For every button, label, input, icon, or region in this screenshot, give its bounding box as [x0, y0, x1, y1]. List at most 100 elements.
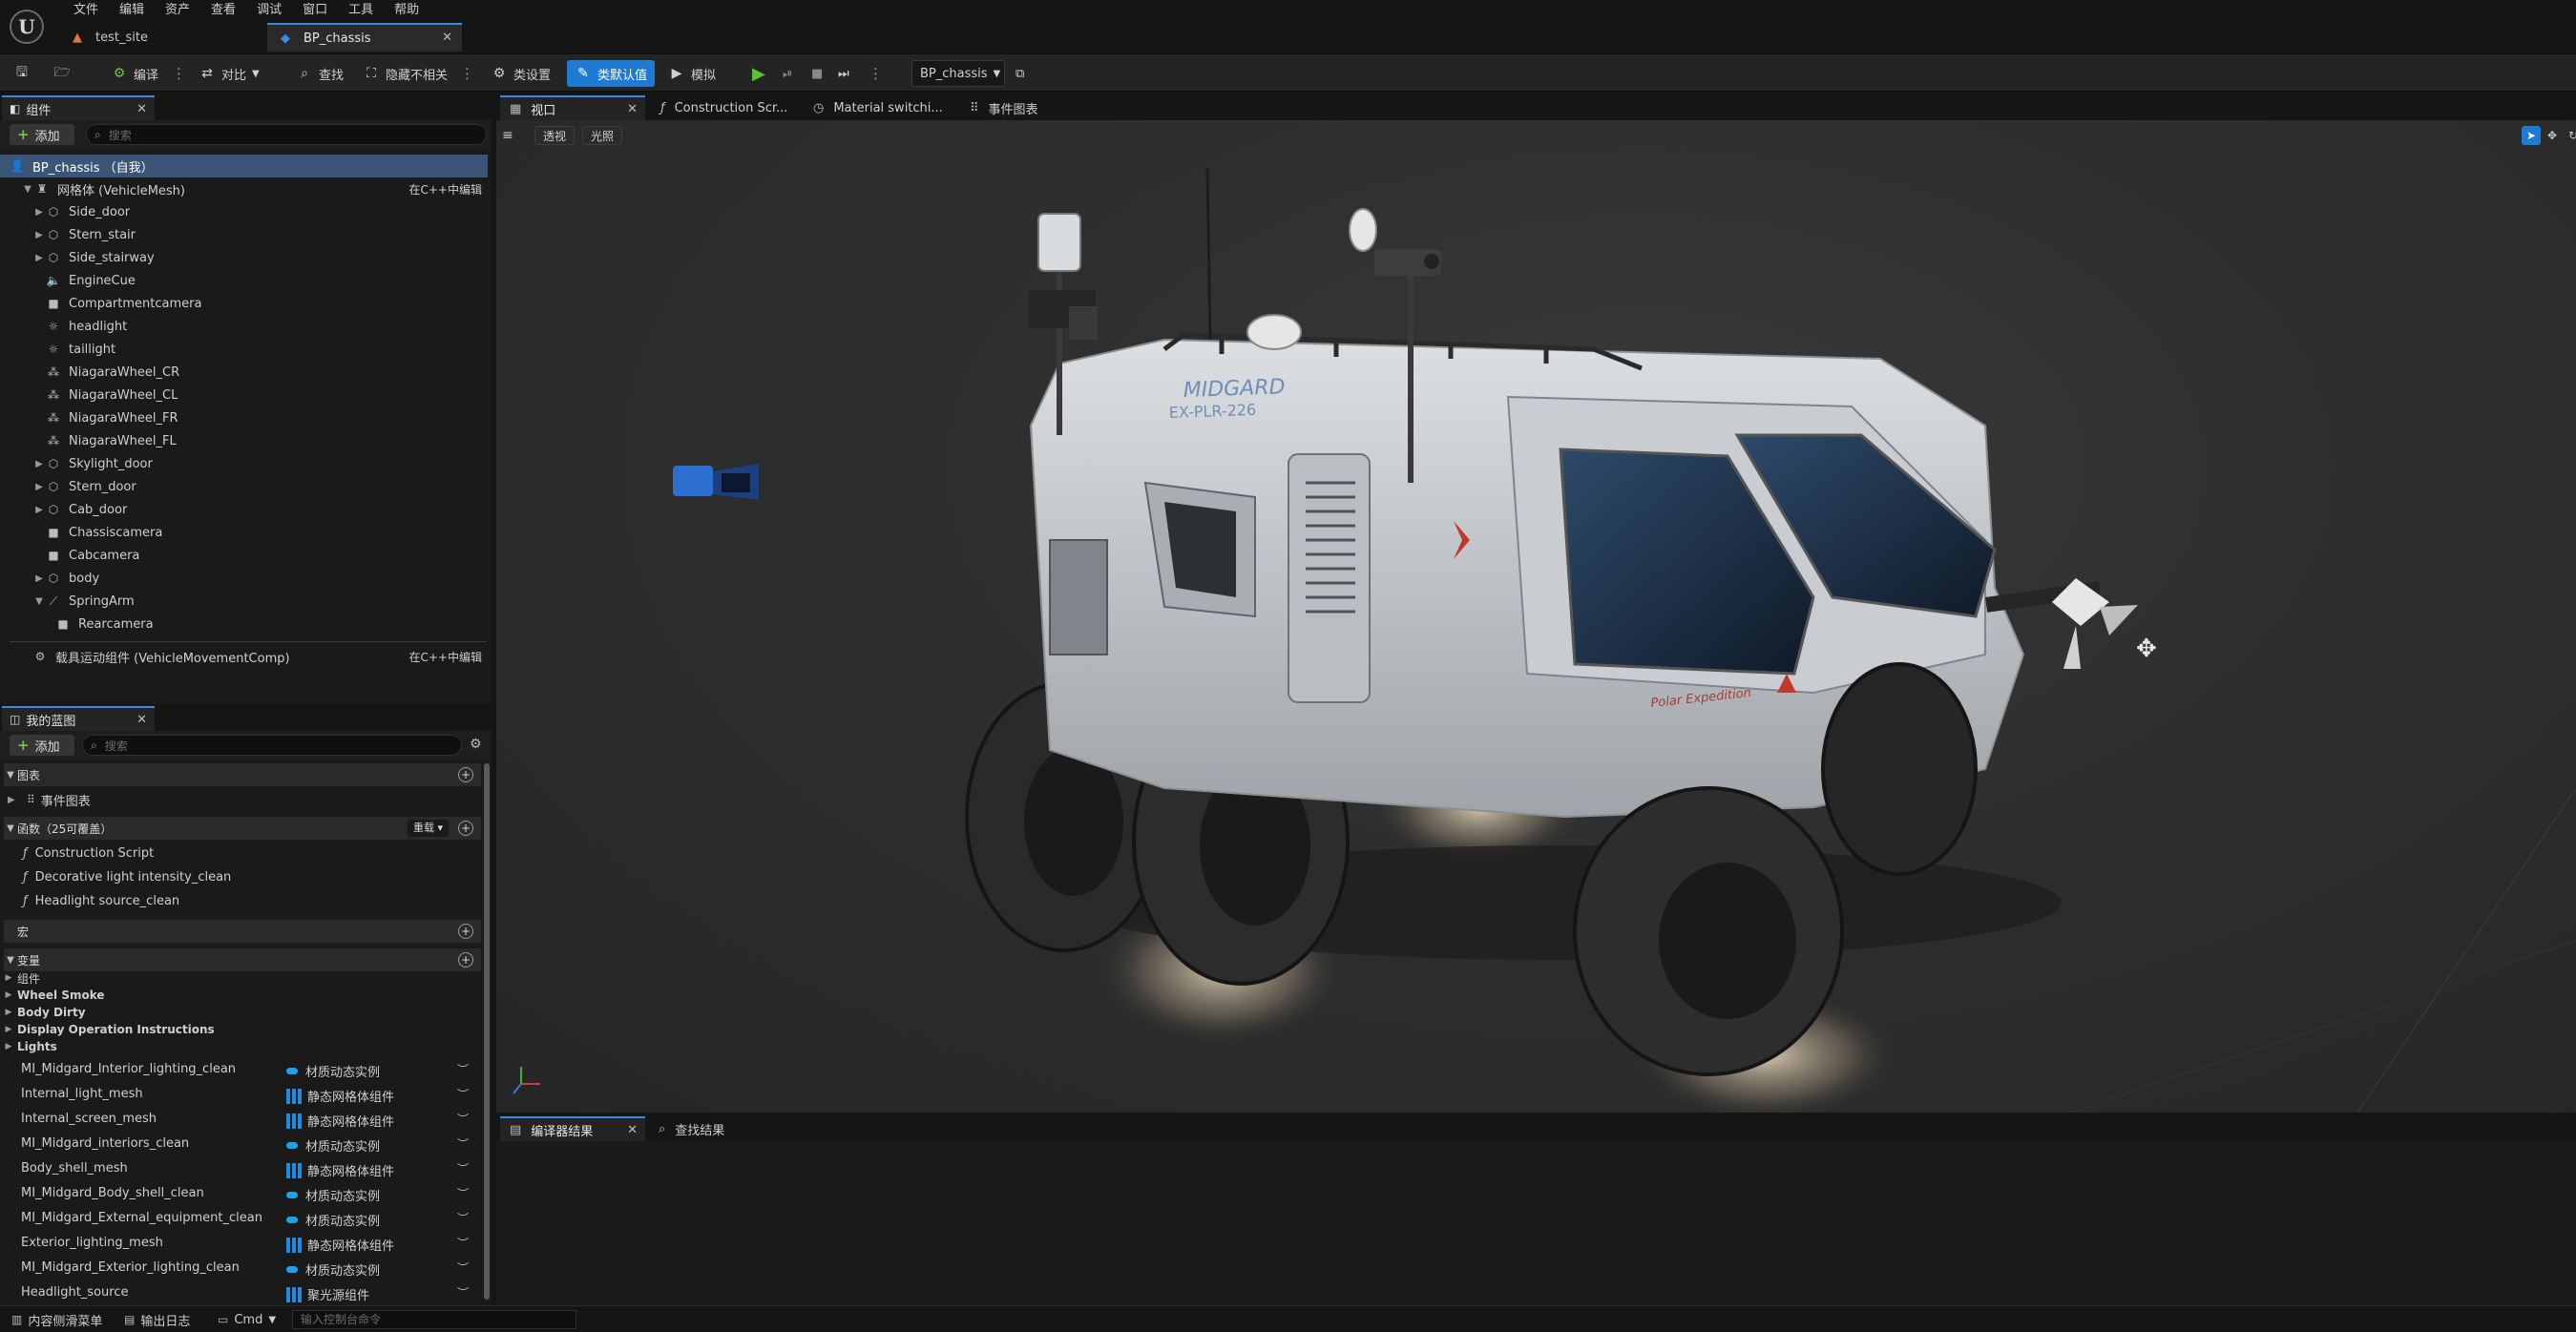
function-item[interactable]: ƒ Decorative light intensity_clean: [0, 865, 482, 888]
variable-item[interactable]: Body_shell_mesh 静态网格体组件 ︶: [0, 1156, 482, 1181]
my-blueprint-tab[interactable]: ◫ 我的蓝图 ✕: [2, 706, 155, 731]
expand-arrow-icon[interactable]: ▶: [8, 795, 21, 805]
expand-arrow-icon[interactable]: ▶: [32, 230, 46, 240]
category-graphs[interactable]: ▼ 图表 +: [4, 763, 481, 786]
hide-unrelated-button[interactable]: ⛶ 隐藏不相关: [363, 60, 448, 87]
close-icon[interactable]: ✕: [627, 1123, 638, 1137]
component-vehicle-mesh[interactable]: ▼ ♜ 网格体 (VehicleMesh) 在C++中编辑: [0, 177, 488, 200]
variable-item[interactable]: MI_Midgard_interiors_clean 材质动态实例 ︶: [0, 1132, 482, 1156]
my-blueprint-search-input[interactable]: ⌕ 搜索: [82, 735, 462, 756]
compile-button[interactable]: ⚙ 编译: [111, 60, 158, 87]
component-item[interactable]: ▶ ⬡ body: [0, 567, 488, 590]
variable-type[interactable]: 材质动态实例: [286, 1260, 380, 1279]
category-variables[interactable]: ▼ 变量 +: [4, 948, 481, 971]
variable-type[interactable]: 材质动态实例: [286, 1062, 380, 1080]
override-dropdown[interactable]: 重载 ▾: [407, 820, 449, 837]
diff-button[interactable]: ⇄ 对比 ▼: [199, 60, 260, 87]
expand-arrow-icon[interactable]: ▶: [32, 207, 46, 218]
component-vehicle-movement[interactable]: ⚙ 载具运动组件 (VehicleMovementComp) 在C++中编辑: [0, 645, 488, 668]
add-component-button[interactable]: + 添加: [10, 124, 74, 145]
menu-asset[interactable]: 资产: [155, 1, 200, 20]
component-item[interactable]: ▶ ⬡ Skylight_door: [0, 452, 488, 475]
component-item[interactable]: ▶ ⬡ Stern_stair: [0, 223, 488, 246]
variable-item[interactable]: Headlight_source 聚光源组件 ︶: [0, 1280, 482, 1305]
debug-object-select[interactable]: BP_chassis ▼: [911, 60, 1005, 87]
close-icon[interactable]: ✕: [442, 31, 452, 45]
variable-type[interactable]: 材质动态实例: [286, 1186, 380, 1204]
component-item[interactable]: ■ Chassiscamera: [0, 521, 488, 544]
visibility-eye-icon[interactable]: ︶: [457, 1135, 469, 1152]
debug-filter-icon[interactable]: ⧉: [1016, 60, 1024, 87]
expand-arrow-icon[interactable]: ▶: [32, 482, 46, 492]
add-function-icon[interactable]: +: [458, 821, 473, 836]
menu-help[interactable]: 帮助: [384, 1, 429, 20]
add-graph-icon[interactable]: +: [458, 767, 473, 782]
variable-type[interactable]: 材质动态实例: [286, 1136, 380, 1155]
expand-arrow-icon[interactable]: ▶: [32, 505, 46, 515]
menu-tools[interactable]: 工具: [338, 1, 384, 20]
console-input[interactable]: 输入控制台命令: [292, 1310, 576, 1329]
play-button[interactable]: ▶: [752, 60, 765, 87]
variable-item[interactable]: MI_Midgard_External_equipment_clean 材质动态实…: [0, 1206, 482, 1231]
menu-debug[interactable]: 调试: [246, 1, 292, 20]
category-functions[interactable]: ▼ 函数（25可覆盖） 重载 ▾ +: [4, 817, 481, 840]
tab-event-graph[interactable]: ⠿ 事件图表: [960, 95, 1084, 120]
variable-item[interactable]: Exterior_lighting_mesh 静态网格体组件 ︶: [0, 1231, 482, 1256]
menu-edit[interactable]: 编辑: [109, 1, 155, 20]
variable-type[interactable]: 静态网格体组件: [286, 1087, 394, 1105]
component-item[interactable]: ▶ ⬡ Cab_door: [0, 498, 488, 521]
visibility-eye-icon[interactable]: ︶: [457, 1160, 469, 1176]
close-icon[interactable]: ✕: [136, 713, 147, 727]
find-button[interactable]: ⌕ 查找: [296, 60, 344, 87]
step-icon[interactable]: ⏯: [783, 60, 792, 87]
edit-in-cpp-link[interactable]: 在C++中编辑: [409, 649, 483, 665]
visibility-eye-icon[interactable]: ︶: [457, 1259, 469, 1276]
variable-category[interactable]: ▶ Lights: [0, 1038, 482, 1055]
component-item[interactable]: ☼ taillight: [0, 338, 488, 361]
class-defaults-button[interactable]: ✎ 类默认值: [567, 60, 656, 87]
visibility-eye-icon[interactable]: ︶: [457, 1185, 469, 1201]
variable-category[interactable]: ▶ Display Operation Instructions: [0, 1021, 482, 1038]
menu-file[interactable]: 文件: [63, 1, 109, 20]
unreal-logo-icon[interactable]: U: [10, 10, 44, 44]
component-item[interactable]: ☼ headlight: [0, 315, 488, 338]
menu-window[interactable]: 窗口: [292, 1, 338, 20]
hide-options-icon[interactable]: ⋮: [460, 60, 474, 87]
expand-arrow-icon[interactable]: ▶: [32, 459, 46, 469]
variable-category[interactable]: ▶ Wheel Smoke: [0, 987, 482, 1004]
class-settings-button[interactable]: ⚙ 类设置: [491, 60, 551, 87]
edit-in-cpp-link[interactable]: 在C++中编辑: [409, 181, 483, 198]
tab-construction-script[interactable]: ƒ Construction Scr...: [651, 95, 796, 120]
play-options-icon[interactable]: ⋮: [869, 60, 883, 87]
expand-arrow-icon[interactable]: ▶: [0, 1025, 17, 1034]
variable-category[interactable]: ▶ 组件: [0, 969, 482, 987]
event-graph-item[interactable]: ▶ ⠿ 事件图表: [0, 788, 482, 811]
component-root[interactable]: 👤 BP_chassis （自我）: [0, 155, 488, 177]
add-member-button[interactable]: + 添加: [10, 735, 74, 756]
visibility-eye-icon[interactable]: ︶: [457, 1086, 469, 1102]
component-item[interactable]: ⁂ NiagaraWheel_CR: [0, 361, 488, 384]
move-gizmo-icon[interactable]: ✥: [2136, 635, 2157, 663]
function-item[interactable]: ƒ Headlight source_clean: [0, 889, 482, 912]
tab-test-site[interactable]: ▲ test_site: [59, 23, 263, 52]
expand-arrow-icon[interactable]: ▶: [0, 1042, 17, 1051]
close-icon[interactable]: ✕: [136, 102, 147, 116]
tab-material-switching[interactable]: ◷ Material switchi...: [804, 95, 956, 120]
cmd-select[interactable]: ▭ Cmd ▼: [218, 1310, 276, 1329]
stop-icon[interactable]: ■: [811, 60, 823, 87]
component-item[interactable]: ⁂ NiagaraWheel_FR: [0, 406, 488, 429]
expand-arrow-icon[interactable]: ▶: [32, 573, 46, 584]
expand-arrow-icon[interactable]: ▶: [0, 1008, 17, 1017]
variable-category[interactable]: ▶ Body Dirty: [0, 1004, 482, 1021]
variable-item[interactable]: Internal_screen_mesh 静态网格体组件 ︶: [0, 1107, 482, 1132]
component-item[interactable]: ⁂ NiagaraWheel_FL: [0, 429, 488, 452]
component-item[interactable]: ▶ ⬡ Side_stairway: [0, 246, 488, 269]
variable-item[interactable]: MI_Midgard_Exterior_lighting_clean 材质动态实例…: [0, 1256, 482, 1280]
content-drawer-button[interactable]: ▥ 内容侧滑菜单: [11, 1310, 102, 1329]
visibility-eye-icon[interactable]: ︶: [457, 1061, 469, 1077]
variable-type[interactable]: 静态网格体组件: [286, 1161, 394, 1179]
add-variable-icon[interactable]: +: [458, 952, 473, 968]
visibility-eye-icon[interactable]: ︶: [457, 1111, 469, 1127]
visibility-eye-icon[interactable]: ︶: [457, 1284, 469, 1301]
components-tab[interactable]: ◧ 组件 ✕: [2, 95, 155, 120]
